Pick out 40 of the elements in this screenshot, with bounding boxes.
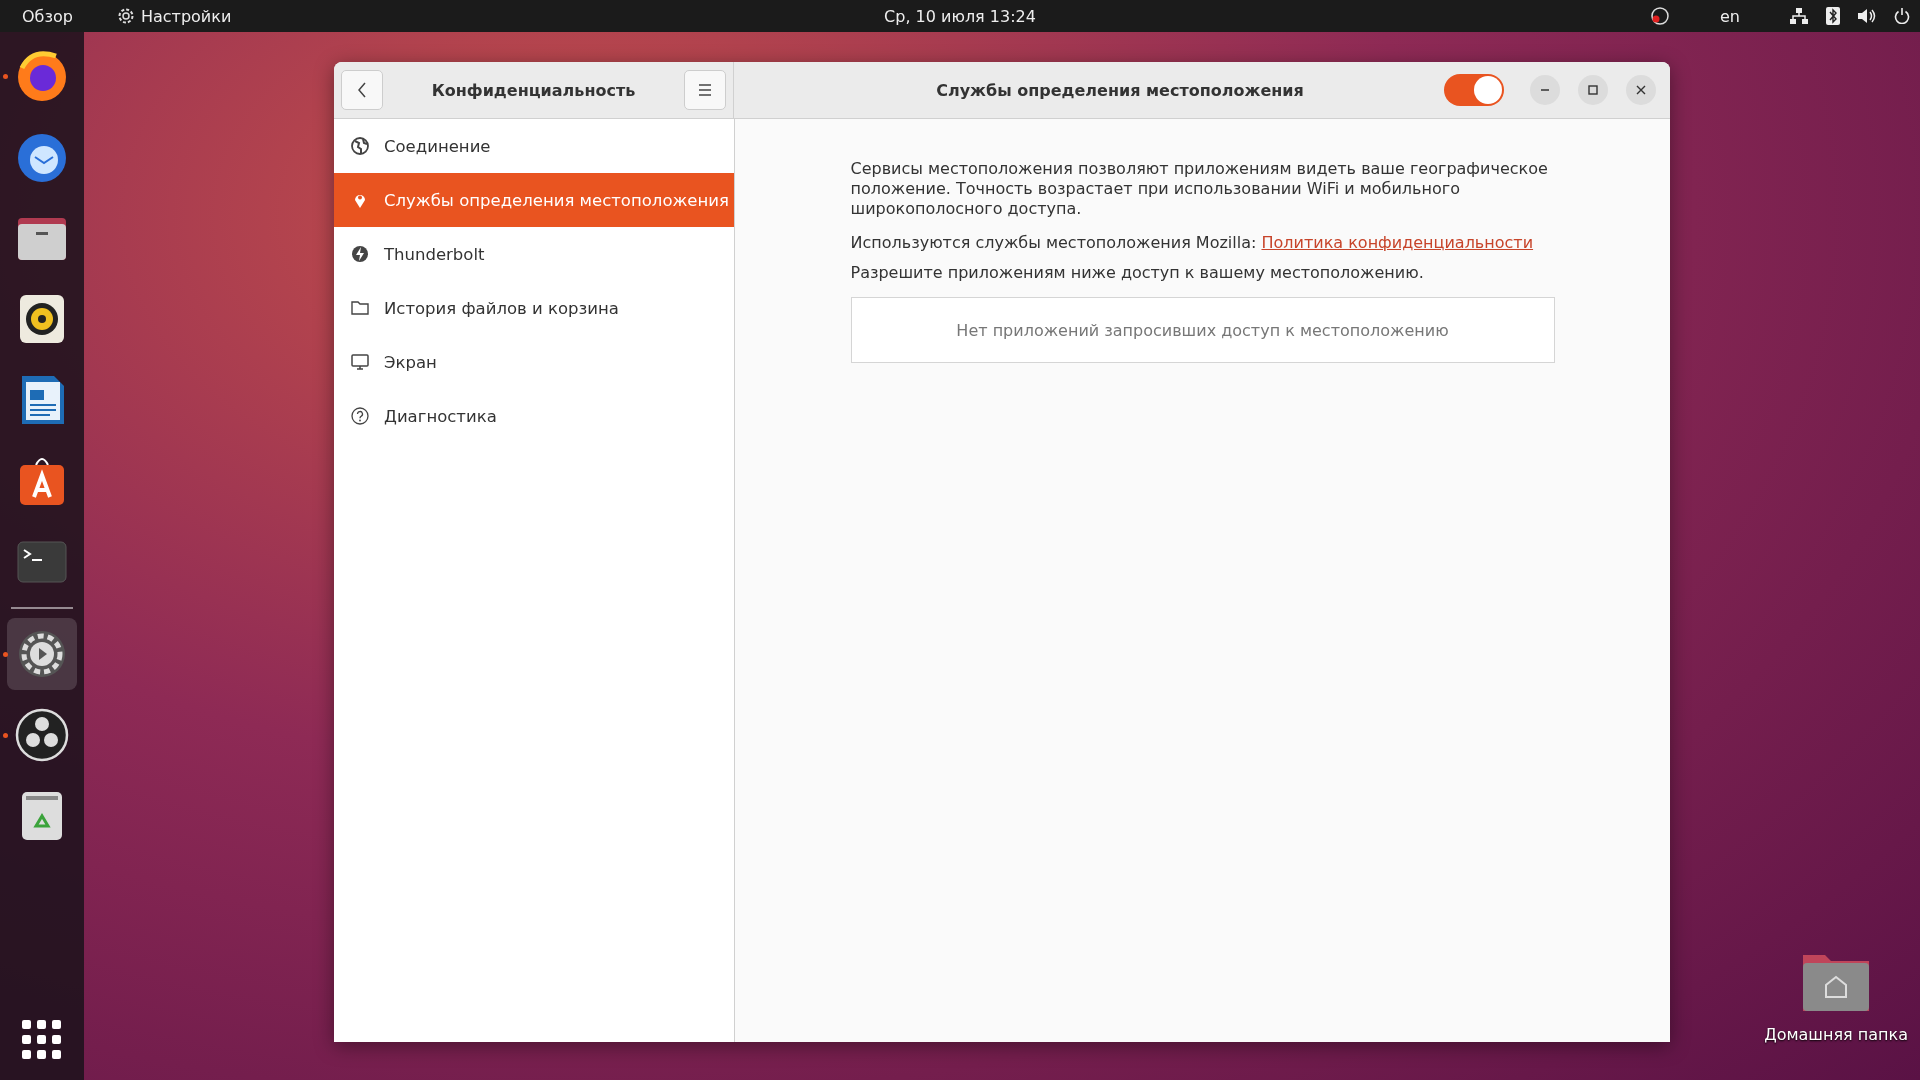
sidebar-item[interactable]: Экран — [334, 335, 734, 389]
lightning-icon — [350, 244, 370, 264]
privacy-policy-link[interactable]: Политика конфиденциальности — [1261, 233, 1534, 252]
app-grid-icon[interactable] — [22, 1020, 62, 1060]
window-title: Службы определения местоположения — [935, 80, 1305, 100]
menu-button[interactable] — [684, 70, 726, 110]
sidebar-item[interactable]: Соединение — [334, 119, 734, 173]
sidebar-item[interactable]: Диагностика — [334, 389, 734, 443]
settings-app-icon[interactable] — [7, 618, 77, 690]
sidebar-item[interactable]: Службы определения местоположения — [334, 173, 734, 227]
help-icon — [350, 406, 370, 426]
location-toggle[interactable] — [1444, 74, 1504, 106]
recording-indicator-icon[interactable] — [1650, 6, 1670, 26]
network-icon[interactable] — [1790, 8, 1808, 24]
provider-text: Используются службы местоположения Mozilla: — [850, 233, 1257, 252]
sidebar-item[interactable]: Thunderbolt — [334, 227, 734, 281]
monitor-icon — [350, 352, 370, 372]
activities-button[interactable]: Обзор — [22, 6, 73, 26]
clock[interactable]: Ср, 10 июля 13:24 — [884, 6, 1036, 26]
bluetooth-icon[interactable] — [1826, 7, 1840, 25]
globe-icon — [350, 136, 370, 156]
description-text: Сервисы местоположения позволяют приложениям видеть ваше географическое положение. Точность возрастает при использовании WiFi и мобильного широкополосного доступа. — [850, 159, 1549, 219]
home-folder-label[interactable]: Домашняя папка — [1764, 1025, 1908, 1044]
maximize-icon — [1588, 85, 1598, 95]
volume-icon[interactable] — [1858, 8, 1876, 24]
sidebar-title: Конфиденциальность — [431, 80, 636, 100]
gear-icon — [116, 7, 135, 25]
folder-icon — [350, 298, 370, 318]
sidebar-item[interactable]: История файлов и корзина — [334, 281, 734, 335]
close-button[interactable] — [1626, 75, 1656, 105]
apps-hint-text: Разрешите приложениям ниже доступ к вашему местоположению. — [850, 263, 1425, 283]
maximize-button[interactable] — [1578, 75, 1608, 105]
keyboard-layout-indicator[interactable]: en — [1720, 6, 1740, 26]
minimize-icon — [1540, 89, 1550, 91]
app-menu[interactable]: Настройки — [116, 6, 232, 26]
close-icon — [1636, 85, 1646, 95]
menu-icon — [698, 84, 712, 96]
chevron-left-icon — [357, 82, 367, 98]
power-icon[interactable] — [1894, 8, 1910, 24]
empty-list-message: Нет приложений запросивших доступ к местоположению — [956, 320, 1449, 340]
